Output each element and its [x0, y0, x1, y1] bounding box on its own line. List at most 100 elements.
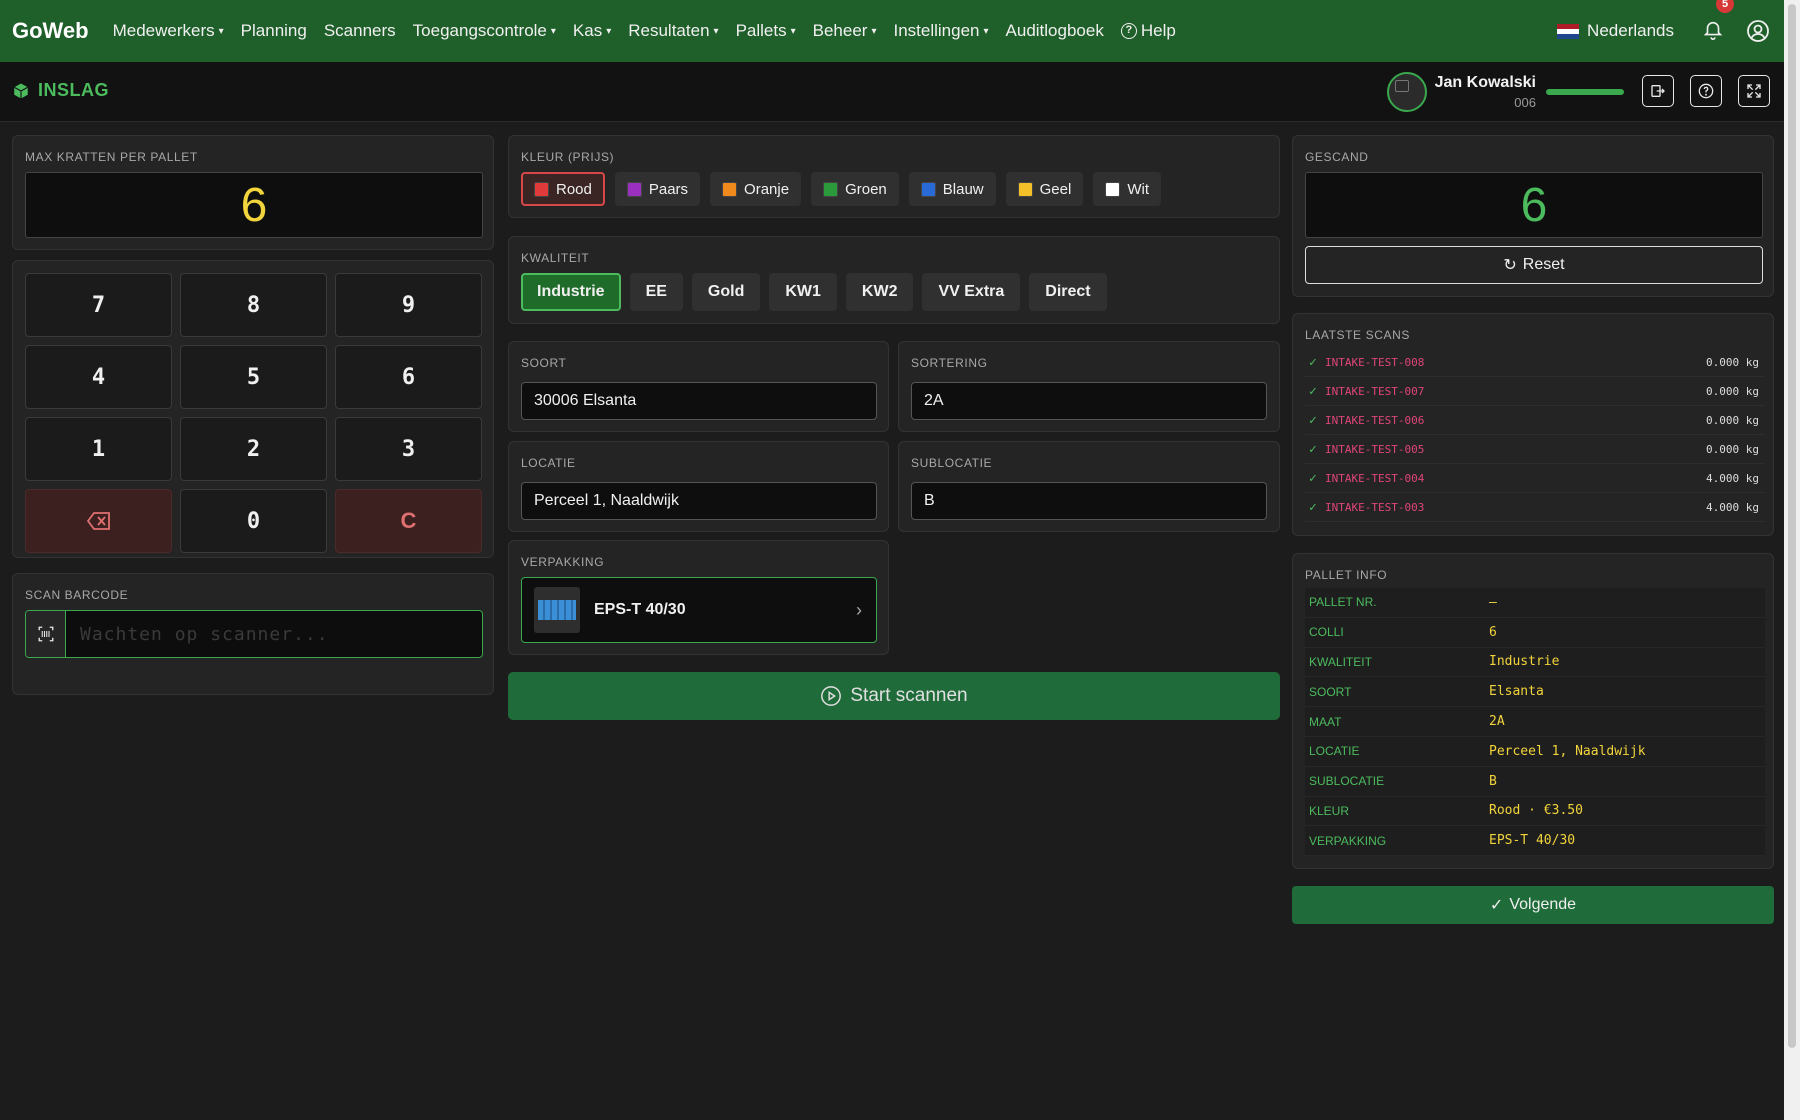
scan-barcode-input[interactable]: [66, 611, 482, 657]
chevron-right-icon: ›: [856, 599, 862, 620]
help-button[interactable]: [1690, 75, 1722, 107]
nav-help[interactable]: ? Help: [1120, 21, 1176, 41]
page-scrollbar[interactable]: [1784, 0, 1800, 1120]
nav-item-kas[interactable]: Kas ▾: [573, 21, 611, 41]
key-3[interactable]: 3: [335, 417, 482, 481]
user-circle-icon: [1747, 20, 1769, 42]
fullscreen-button[interactable]: [1738, 75, 1770, 107]
nav-item-planning[interactable]: Planning: [241, 21, 307, 41]
verpakking-selector[interactable]: EPS-T 40/30 ›: [521, 577, 877, 643]
brand-logo[interactable]: GoWeb: [12, 18, 89, 44]
sublocatie-field[interactable]: B: [911, 482, 1267, 520]
scan-row: ✓ INTAKE-TEST-007 0.000 kg: [1305, 377, 1765, 406]
sortering-field[interactable]: 2A: [911, 382, 1267, 420]
language-selector[interactable]: Nederlands: [1557, 21, 1674, 41]
key-label: 5: [246, 364, 261, 390]
quality-option-gold[interactable]: Gold: [691, 273, 761, 311]
nav-item-auditlogboek[interactable]: Auditlogboek: [1006, 21, 1104, 41]
pallet-info-key: COLLI: [1309, 625, 1344, 640]
scanned-count: 6: [1305, 172, 1763, 238]
scanned-label: GESCAND: [1305, 150, 1369, 164]
key-9[interactable]: 9: [335, 273, 482, 337]
soort-label: SOORT: [521, 356, 567, 370]
check-icon: ✓: [1309, 354, 1317, 370]
scan-row: ✓ INTAKE-TEST-008 0.000 kg: [1305, 348, 1765, 377]
notification-badge: 5: [1716, 0, 1734, 13]
verpakking-card: VERPAKKING EPS-T 40/30 ›: [508, 540, 889, 655]
last-scans-label: LAATSTE SCANS: [1305, 328, 1410, 342]
quality-option-label: Direct: [1045, 283, 1091, 300]
soort-field[interactable]: 30006 Elsanta: [521, 382, 877, 420]
sublocatie-card: SUBLOCATIE B: [898, 441, 1280, 532]
key-4[interactable]: 4: [25, 345, 172, 409]
scan-id: INTAKE-TEST-007: [1325, 384, 1425, 398]
color-option-paars[interactable]: Paars: [614, 172, 701, 206]
color-option-geel[interactable]: Geel: [1005, 172, 1084, 206]
nav-item-scanners[interactable]: Scanners: [324, 21, 396, 41]
nav-item-pallets[interactable]: Pallets ▾: [736, 21, 796, 41]
scan-weight: 4.000 kg: [1706, 471, 1759, 485]
pallet-info-row: MAAT 2A: [1305, 707, 1765, 737]
nav-item-medewerkers[interactable]: Medewerkers ▾: [113, 21, 224, 41]
max-crates-card: MAX KRATTEN PER PALLET 6: [12, 135, 494, 250]
quality-option-vv-extra[interactable]: VV Extra: [922, 273, 1021, 311]
quality-option-kw2[interactable]: KW2: [845, 273, 914, 311]
key-7[interactable]: 7: [25, 273, 172, 337]
nav-menu: Medewerkers ▾ Planning Scanners Toegangscont…: [113, 21, 1121, 41]
key-1[interactable]: 1: [25, 417, 172, 481]
user-menu-button[interactable]: [1746, 19, 1770, 43]
nav-item-resultaten[interactable]: Resultaten ▾: [628, 21, 718, 41]
nav-item-toegangscontrole[interactable]: Toegangscontrole ▾: [413, 21, 556, 41]
key-label: 4: [91, 364, 106, 390]
start-scanning-button[interactable]: Start scannen: [508, 672, 1280, 720]
key-label: 2: [246, 436, 261, 462]
color-swatch: [1017, 181, 1033, 197]
reset-icon: ↻: [1503, 257, 1517, 274]
scan-barcode-field: [25, 610, 483, 658]
nav-item-label: Scanners: [323, 21, 396, 40]
nav-item-label: Kas: [572, 21, 603, 40]
quality-option-ee[interactable]: EE: [629, 273, 683, 311]
max-crates-value[interactable]: 6: [25, 172, 483, 238]
pallet-info-key: SOORT: [1309, 684, 1352, 699]
nav-item-instellingen[interactable]: Instellingen ▾: [893, 21, 988, 41]
quality-option-direct[interactable]: Direct: [1029, 273, 1107, 311]
help-icon: ?: [1120, 23, 1137, 39]
key-2[interactable]: 2: [180, 417, 327, 481]
color-option-wit[interactable]: Wit: [1093, 172, 1161, 206]
color-option-groen[interactable]: Groen: [811, 172, 899, 206]
quality-option-kw1[interactable]: KW1: [769, 273, 837, 311]
color-option-blauw[interactable]: Blauw: [908, 172, 996, 206]
keypad-card: 7 8 9 4 5 6 1 2 3 0 C: [12, 260, 494, 558]
scan-weight: 4.000 kg: [1706, 500, 1759, 514]
next-label: Volgende: [1509, 896, 1577, 913]
check-icon: ✓: [1309, 412, 1317, 428]
logout-button[interactable]: [1642, 75, 1674, 107]
key-5[interactable]: 5: [180, 345, 327, 409]
color-option-rood[interactable]: Rood: [521, 172, 605, 206]
scan-id: INTAKE-TEST-003: [1325, 500, 1425, 514]
scrollbar-thumb[interactable]: [1788, 4, 1796, 1048]
last-scans-card: LAATSTE SCANS ✓ INTAKE-TEST-008 0.000 kg ✓ I…: [1292, 313, 1774, 536]
nav-item-beheer[interactable]: Beheer ▾: [813, 21, 877, 41]
scan-barcode-label: SCAN BARCODE: [25, 588, 129, 602]
notifications-button[interactable]: 5: [1702, 0, 1734, 43]
user-info: Jan Kowalski 006: [1386, 72, 1624, 112]
color-swatch: [722, 181, 738, 197]
backspace-icon: [86, 512, 110, 530]
quality-option-industrie[interactable]: Industrie: [521, 273, 621, 311]
key-0[interactable]: 0: [180, 489, 327, 553]
backspace-key[interactable]: [25, 489, 172, 553]
reset-label: Reset: [1522, 256, 1565, 273]
numeric-keypad: 7 8 9 4 5 6 1 2 3 0 C: [25, 273, 482, 553]
key-6[interactable]: 6: [335, 345, 482, 409]
check-icon: ✓: [1489, 897, 1504, 914]
color-option-oranje[interactable]: Oranje: [710, 172, 802, 206]
next-button[interactable]: ✓ Volgende: [1292, 886, 1774, 924]
check-icon: ✓: [1309, 499, 1317, 515]
reset-button[interactable]: ↻ Reset: [1305, 246, 1763, 284]
clear-key[interactable]: C: [335, 489, 482, 553]
nav-item-label: Pallets: [735, 21, 787, 40]
locatie-field[interactable]: Perceel 1, Naaldwijk: [521, 482, 877, 520]
key-8[interactable]: 8: [180, 273, 327, 337]
